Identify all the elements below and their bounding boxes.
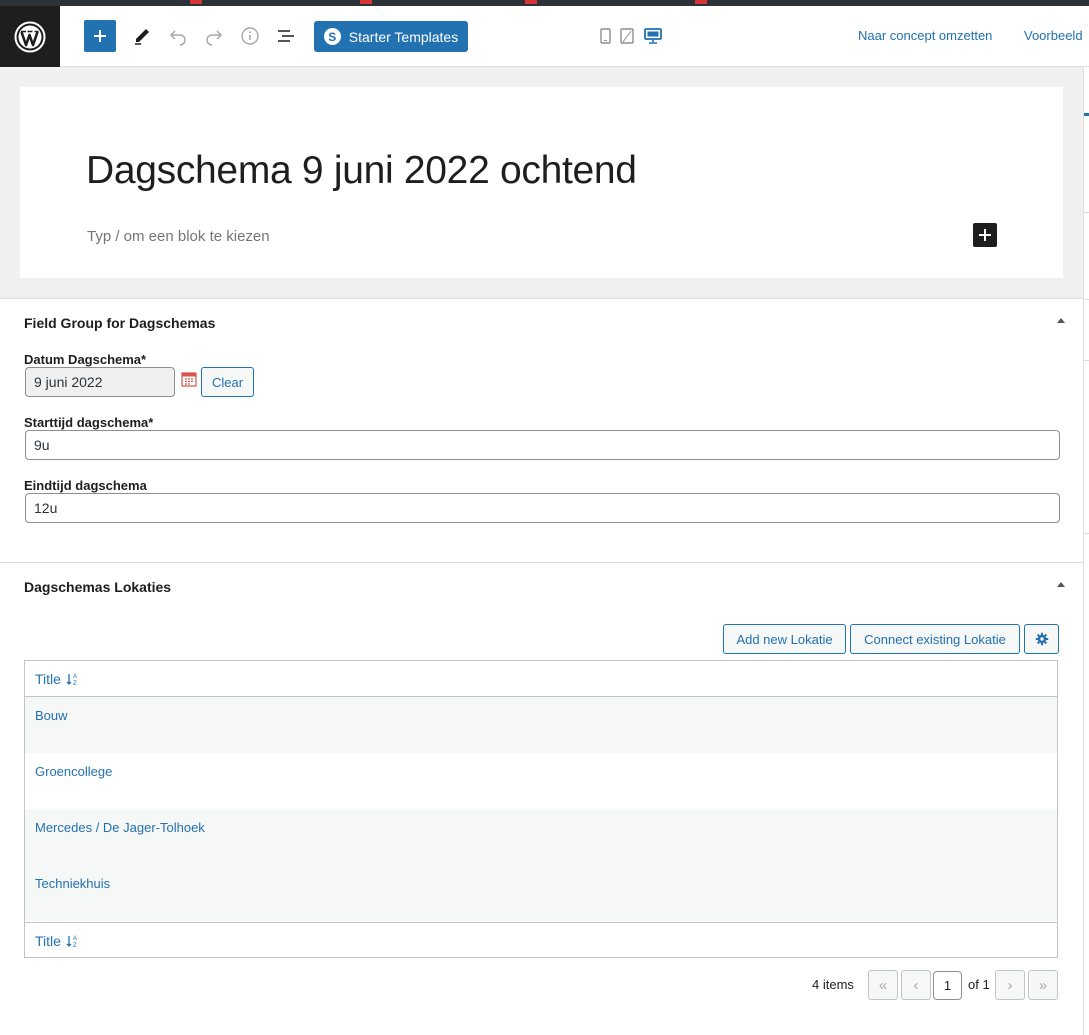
location-link[interactable]: Mercedes / De Jager-Tolhoek: [35, 820, 205, 835]
start-time-value: 9u: [34, 437, 50, 453]
date-field-label: Datum Dagschema*: [24, 352, 147, 367]
details-button[interactable]: [234, 20, 266, 52]
tools-button[interactable]: [126, 20, 158, 52]
start-time-label: Starttijd dagschema*: [24, 415, 154, 430]
starter-templates-icon: S: [323, 28, 341, 45]
block-inserter-button[interactable]: [84, 20, 116, 52]
redo-icon: [206, 30, 223, 46]
block-placeholder[interactable]: Typ / om een blok te kiezen: [87, 228, 270, 245]
desktop-icon: [644, 28, 662, 44]
undo-button[interactable]: [162, 20, 194, 52]
divider: [1084, 533, 1089, 534]
mobile-preview-button[interactable]: [599, 26, 611, 46]
gear-icon: [1035, 632, 1048, 646]
date-field-value: 9 juni 2022: [34, 374, 103, 390]
start-time-field[interactable]: 9u: [25, 430, 1060, 460]
block-canvas: Dagschema 9 juni 2022 ochtend Typ / om e…: [20, 87, 1063, 278]
editor-content-area: Dagschema 9 juni 2022 ochtend Typ / om e…: [0, 67, 1083, 1035]
svg-text:A: A: [73, 936, 77, 942]
location-link[interactable]: Bouw: [35, 708, 68, 723]
editor-toolbar: S Starter Templates Naar concept omzette…: [0, 6, 1089, 67]
next-page-button[interactable]: ›: [995, 970, 1025, 1000]
location-link[interactable]: Groencollege: [35, 764, 112, 779]
table-row: Groencollege: [25, 753, 1057, 809]
total-pages: of 1: [968, 977, 990, 992]
connect-existing-location-button[interactable]: Connect existing Lokatie: [850, 624, 1020, 654]
sort-icon: AZ: [66, 673, 77, 686]
double-chevron-right-icon: »: [1038, 976, 1048, 994]
current-page-input[interactable]: 1: [933, 971, 962, 1000]
collapse-toggle-icon[interactable]: [1056, 580, 1066, 588]
post-title[interactable]: Dagschema 9 juni 2022 ochtend: [86, 149, 637, 193]
redo-button[interactable]: [198, 20, 230, 52]
starter-templates-label: Starter Templates: [348, 28, 459, 45]
plus-icon: [94, 30, 106, 42]
location-link[interactable]: Techniekhuis: [35, 876, 110, 891]
calendar-icon[interactable]: [181, 371, 197, 387]
settings-button[interactable]: [1024, 624, 1059, 654]
add-new-location-button[interactable]: Add new Lokatie: [723, 624, 846, 654]
column-footer-label: Title: [35, 932, 61, 949]
double-chevron-left-icon: «: [878, 976, 888, 994]
field-group-metabox: Field Group for Dagschemas Datum Dagsche…: [0, 298, 1083, 562]
table-row: Mercedes / De Jager-Tolhoek: [25, 809, 1057, 865]
locations-box-title: Dagschemas Lokaties: [24, 579, 172, 595]
item-count: 4 items: [812, 977, 854, 992]
locations-table: Title AZ Bouw Groencollege Mercedes / De…: [24, 660, 1058, 958]
chevron-right-icon: ›: [1007, 976, 1013, 994]
table-row: Bouw: [25, 697, 1057, 753]
svg-text:Z: Z: [73, 681, 77, 686]
tablet-icon: [620, 28, 634, 44]
desktop-preview-button[interactable]: [643, 26, 663, 46]
switch-to-draft-link[interactable]: Naar concept omzetten: [858, 28, 992, 43]
table-row: Techniekhuis: [25, 865, 1057, 921]
first-page-button[interactable]: «: [868, 970, 898, 1000]
svg-text:Z: Z: [73, 943, 77, 948]
list-view-button[interactable]: [270, 20, 302, 52]
previous-page-button[interactable]: ‹: [901, 970, 931, 1000]
wordpress-icon: [14, 21, 46, 52]
divider: [1084, 212, 1089, 213]
scroll-indicator: [1084, 113, 1089, 116]
locations-metabox: Dagschemas Lokaties Add new Lokatie Conn…: [0, 562, 1083, 1035]
undo-icon: [169, 30, 186, 46]
divider: [1084, 299, 1089, 300]
clear-date-button[interactable]: Clear: [201, 367, 254, 397]
divider: [1084, 360, 1089, 361]
starter-templates-button[interactable]: S Starter Templates: [314, 21, 468, 52]
title-column-header[interactable]: Title AZ: [25, 661, 1057, 697]
date-field[interactable]: 9 juni 2022: [25, 367, 175, 397]
wordpress-logo-button[interactable]: [0, 6, 60, 67]
field-group-title: Field Group for Dagschemas: [24, 315, 216, 331]
inline-block-inserter-button[interactable]: [973, 223, 997, 247]
preview-link[interactable]: Voorbeeld: [1024, 28, 1083, 43]
list-view-icon: [278, 30, 294, 42]
info-icon: [241, 27, 259, 45]
end-time-value: 12u: [34, 500, 58, 516]
sort-icon: AZ: [66, 935, 77, 948]
svg-text:A: A: [73, 674, 77, 680]
plus-icon: [979, 229, 991, 241]
column-header-label: Title: [35, 670, 61, 687]
chevron-left-icon: ‹: [913, 976, 919, 994]
end-time-label: Eindtijd dagschema: [24, 478, 147, 493]
mobile-icon: [599, 28, 611, 44]
last-page-button[interactable]: »: [1028, 970, 1058, 1000]
tablet-preview-button[interactable]: [619, 26, 635, 46]
end-time-field[interactable]: 12u: [25, 493, 1060, 523]
collapse-toggle-icon[interactable]: [1056, 316, 1066, 324]
pencil-icon: [135, 29, 149, 45]
title-column-footer[interactable]: Title AZ: [25, 922, 1057, 958]
